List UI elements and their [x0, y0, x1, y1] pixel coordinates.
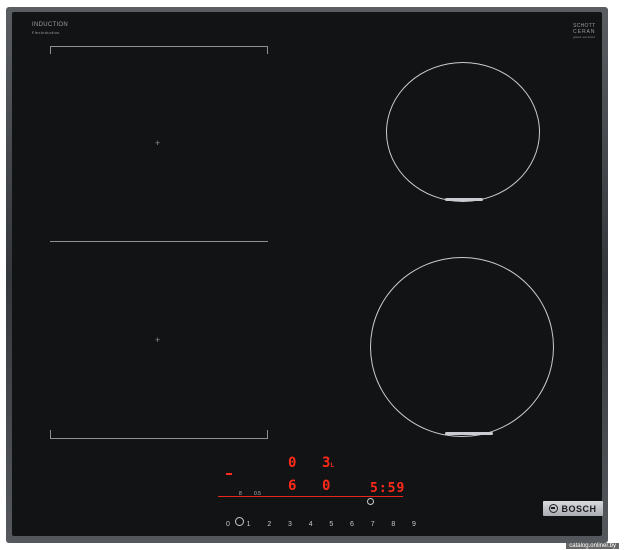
power-level-4[interactable]: 4	[309, 521, 313, 528]
timer-display[interactable]: 5:59	[370, 481, 405, 496]
cooking-zone-right-top[interactable]	[386, 62, 540, 202]
flex-zone-bottom-right-tick	[267, 430, 268, 438]
induction-sub-label: FlexInduction	[32, 30, 60, 35]
flex-zone-top-line	[50, 46, 268, 47]
zone-right-top-suffix: L	[330, 462, 335, 469]
flex-zone-bottom-line	[50, 438, 268, 439]
flex-zone-top-right-tick	[267, 46, 268, 54]
control-slider-track[interactable]	[218, 496, 403, 497]
power-level-7[interactable]: 7	[371, 521, 375, 528]
schott-logo: SCHOTT CERAN glass-ceramic	[573, 23, 596, 39]
flex-zone-top-left-tick	[50, 46, 51, 54]
bosch-label: BOSCH	[561, 503, 597, 514]
power-level-5[interactable]: 5	[329, 521, 333, 528]
zone-left-bottom-display[interactable]: 6	[288, 478, 296, 494]
power-level-1[interactable]: 1	[247, 521, 251, 528]
glass-ceramic-label: glass-ceramic	[573, 35, 596, 39]
zone-right-bottom-display[interactable]: 0	[322, 478, 330, 494]
hob-glass: INDUCTION FlexInduction SCHOTT CERAN gla…	[12, 12, 602, 536]
power-level-0[interactable]: 0	[226, 521, 230, 528]
power-level-8[interactable]: 8	[391, 521, 395, 528]
wifi-indicator-icon	[226, 473, 232, 475]
power-level-3[interactable]: 3	[288, 521, 292, 528]
flex-zone-divider-line	[50, 241, 268, 242]
zone-right-top-display[interactable]: 3L	[322, 455, 334, 471]
flex-zone-bottom-left-tick	[50, 430, 51, 438]
watermark: catalog.onliner.by	[566, 543, 619, 549]
power-level-slider[interactable]: 0 1 2 3 4 5 6 7 8 9	[226, 521, 416, 528]
power-level-6[interactable]: 6	[350, 521, 354, 528]
power-level-2[interactable]: 2	[267, 521, 271, 528]
zone-marker-icon	[445, 198, 483, 201]
zone-center-cross-icon: +	[155, 138, 161, 148]
zone-left-top-display[interactable]: 0	[288, 455, 296, 471]
clock-icon[interactable]	[367, 498, 374, 505]
induction-label: INDUCTION	[32, 22, 69, 28]
cooking-zone-right-bottom[interactable]	[370, 257, 554, 437]
power-level-9[interactable]: 9	[412, 521, 416, 528]
bosch-badge: BOSCH	[543, 501, 603, 516]
bosch-logo-icon	[549, 504, 559, 513]
zone-center-cross-icon: +	[155, 335, 161, 345]
zone-marker-icon	[445, 432, 493, 435]
